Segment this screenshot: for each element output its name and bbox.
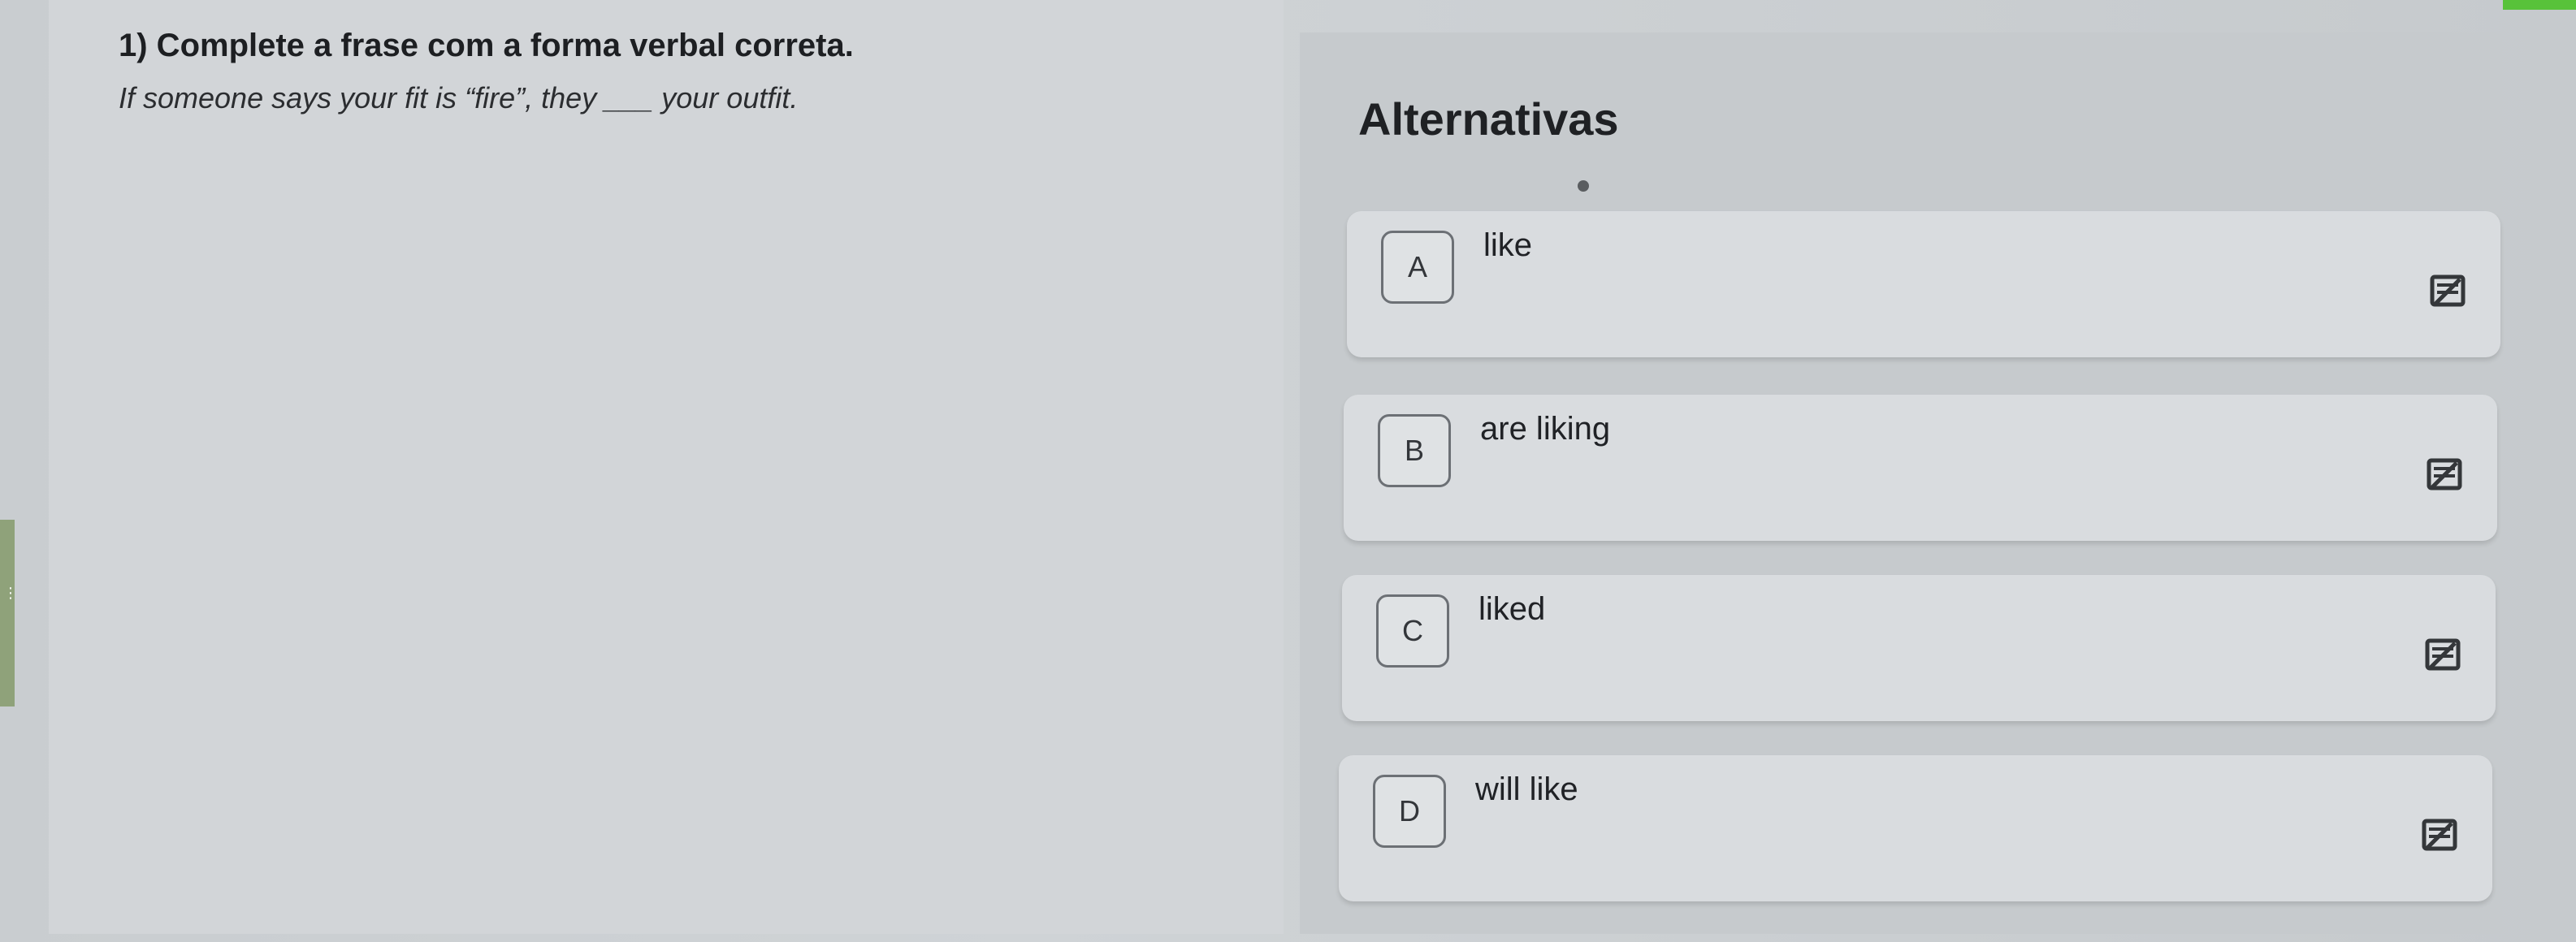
exam-screen: ⋮ 1) Complete a frase com a forma verbal… bbox=[0, 0, 2576, 942]
option-letter: C bbox=[1376, 594, 1449, 668]
strikethrough-icon[interactable] bbox=[2424, 637, 2461, 674]
question-panel bbox=[49, 0, 1284, 934]
option-text: will like bbox=[1475, 771, 1578, 807]
more-options-icon[interactable]: ⋮ bbox=[3, 585, 18, 633]
option-letter: B bbox=[1378, 414, 1451, 487]
option-a-card[interactable]: A like bbox=[1347, 211, 2500, 357]
strikethrough-icon[interactable] bbox=[2421, 817, 2458, 854]
option-b-card[interactable]: B are liking bbox=[1344, 395, 2497, 541]
option-d-card[interactable]: D will like bbox=[1339, 755, 2492, 901]
option-text: liked bbox=[1478, 591, 1546, 627]
option-text: like bbox=[1483, 227, 1533, 263]
strikethrough-icon[interactable] bbox=[2426, 456, 2463, 494]
question-title: 1) Complete a frase com a forma verbal c… bbox=[119, 28, 854, 63]
question-text: If someone says your fit is “fire”, they… bbox=[119, 81, 799, 115]
option-text: are liking bbox=[1480, 411, 1611, 447]
option-c-card[interactable]: C liked bbox=[1342, 575, 2496, 721]
option-letter: A bbox=[1381, 231, 1454, 304]
strikethrough-icon[interactable] bbox=[2429, 273, 2466, 310]
option-letter: D bbox=[1373, 775, 1446, 848]
cursor-dot-icon bbox=[1578, 180, 1589, 192]
alternatives-heading: Alternativas bbox=[1358, 93, 1619, 145]
top-accent-bar bbox=[2503, 0, 2576, 10]
